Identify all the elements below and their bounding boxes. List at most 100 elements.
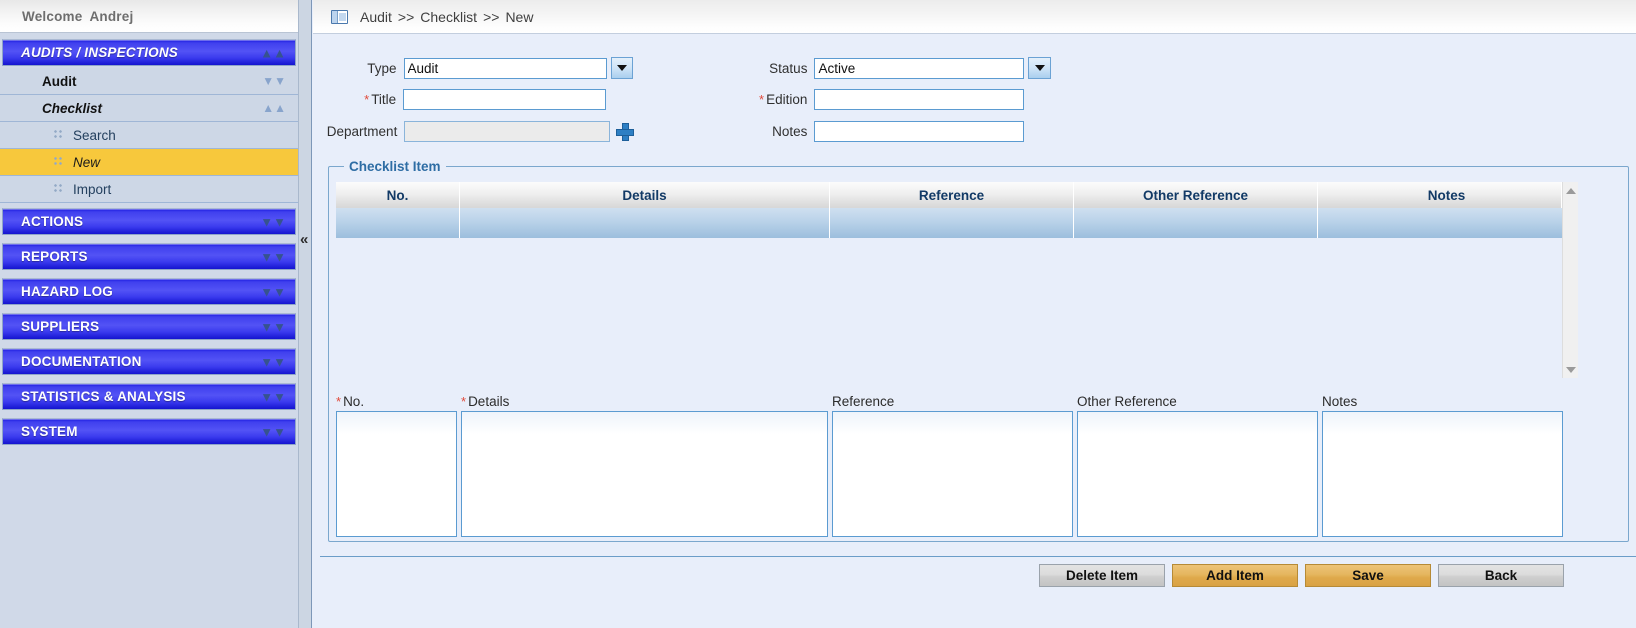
- chevron-down-icon: [1034, 65, 1045, 71]
- chevron-up-icon[interactable]: ▲▲: [260, 46, 286, 59]
- sidebar-item-audit[interactable]: Audit ▼▼: [0, 68, 298, 95]
- chevron-down-icon[interactable]: ▼▼: [260, 320, 286, 333]
- sidebar-group-label: STATISTICS & ANALYSIS: [21, 389, 186, 404]
- editor-label-notes: Notes: [1322, 393, 1358, 409]
- scroll-down-button[interactable]: [1563, 361, 1578, 378]
- sidebar-group-label: SUPPLIERS: [21, 319, 100, 334]
- chevron-down-icon: [617, 65, 628, 71]
- breadcrumb-item-new: New: [505, 8, 534, 25]
- breadcrumb-item-checklist[interactable]: Checklist: [420, 9, 477, 25]
- grid-cell: [460, 208, 830, 238]
- welcome-text: Welcome Andrej: [22, 9, 133, 24]
- status-input[interactable]: [814, 57, 1025, 79]
- panel-legend: Checklist Item: [344, 159, 446, 174]
- save-button[interactable]: Save: [1305, 564, 1431, 587]
- editor-field-other-reference: Other Reference: [1077, 391, 1318, 540]
- other-reference-textarea[interactable]: [1077, 411, 1318, 537]
- sidebar-group-documentation[interactable]: DOCUMENTATION ▼▼: [2, 348, 296, 375]
- chevron-down-icon[interactable]: ▼▼: [262, 75, 286, 87]
- chevron-down-icon[interactable]: ▼▼: [260, 425, 286, 438]
- sidebar-item-search[interactable]: Search: [0, 122, 298, 149]
- required-marker: *: [336, 393, 342, 409]
- status-dropdown-button[interactable]: [1028, 57, 1051, 79]
- editor-field-notes: Notes: [1322, 391, 1563, 540]
- chevron-down-icon[interactable]: ▼▼: [260, 390, 286, 403]
- details-textarea[interactable]: [461, 411, 828, 537]
- collapse-sidebar-icon[interactable]: «: [300, 232, 308, 247]
- scroll-up-button[interactable]: [1563, 182, 1578, 199]
- field-status: Status: [731, 57, 1051, 79]
- column-header-notes[interactable]: Notes: [1318, 182, 1576, 208]
- grid-vertical-scrollbar[interactable]: [1562, 182, 1578, 378]
- welcome-bar: Welcome Andrej: [0, 0, 298, 33]
- field-type-label: Type: [367, 60, 397, 76]
- sidebar-group-statistics-analysis[interactable]: STATISTICS & ANALYSIS ▼▼: [2, 383, 296, 410]
- breadcrumb: Audit >> Checklist >> New: [313, 0, 1636, 34]
- welcome-greeting: Welcome: [22, 8, 83, 24]
- chevron-down-icon[interactable]: ▼▼: [260, 355, 286, 368]
- type-input[interactable]: [403, 57, 608, 79]
- sidebar-group-label: DOCUMENTATION: [21, 354, 142, 369]
- required-marker: *: [461, 393, 467, 409]
- editor-field-details: * Details: [461, 391, 828, 540]
- sidebar-group-label: SYSTEM: [21, 424, 78, 439]
- grid-cell: [336, 208, 460, 238]
- chevron-down-icon[interactable]: ▼▼: [260, 215, 286, 228]
- sidebar-group-actions[interactable]: ACTIONS ▼▼: [2, 208, 296, 235]
- sidebar-item-label: Search: [73, 127, 116, 143]
- application-window: Welcome Andrej AUDITS / INSPECTIONS ▲▲ Au…: [0, 0, 1636, 628]
- breadcrumb-separator: >>: [483, 8, 500, 25]
- grid-header-row: No. Details Reference Other Reference No…: [336, 182, 1576, 208]
- sidebar-item-label: Audit: [42, 73, 77, 89]
- checklist-item-panel: Checklist Item No. Details Reference Oth…: [320, 96, 1629, 551]
- delete-item-button[interactable]: Delete Item: [1039, 564, 1165, 587]
- checklist-item-grid: No. Details Reference Other Reference No…: [336, 182, 1576, 301]
- sidebar-item-label: Checklist: [42, 100, 103, 116]
- back-button[interactable]: Back: [1438, 564, 1564, 587]
- column-header-no[interactable]: No.: [336, 182, 460, 208]
- triangle-up-icon: [1565, 187, 1576, 194]
- sidebar-group-label: HAZARD LOG: [21, 284, 113, 299]
- sidebar-splitter[interactable]: «: [298, 0, 312, 628]
- breadcrumb-item-audit[interactable]: Audit: [360, 9, 392, 25]
- sidebar-group-audits-inspections[interactable]: AUDITS / INSPECTIONS ▲▲: [2, 39, 296, 66]
- sidebar-item-import[interactable]: Import: [0, 176, 298, 203]
- reference-textarea[interactable]: [832, 411, 1073, 537]
- notes-textarea[interactable]: [1322, 411, 1563, 537]
- chevron-up-icon[interactable]: ▲▲: [262, 102, 286, 114]
- chevron-down-icon[interactable]: ▼▼: [260, 250, 286, 263]
- welcome-username: Andrej: [89, 8, 134, 24]
- add-item-button[interactable]: Add Item: [1172, 564, 1298, 587]
- no-textarea[interactable]: [336, 411, 457, 537]
- sidebar-group-label: AUDITS / INSPECTIONS: [21, 45, 179, 60]
- sidebar-item-label: New: [73, 154, 101, 170]
- window-list-icon: [331, 9, 348, 24]
- sidebar-item-new[interactable]: New: [0, 149, 298, 176]
- field-type: Type: [313, 57, 633, 79]
- drag-handle-icon: [54, 130, 64, 140]
- drag-handle-icon: [54, 157, 64, 167]
- sidebar-item-checklist[interactable]: Checklist ▲▲: [0, 95, 298, 122]
- left-sidebar: Welcome Andrej AUDITS / INSPECTIONS ▲▲ Au…: [0, 0, 298, 628]
- column-header-details[interactable]: Details: [460, 182, 830, 208]
- sidebar-group-system[interactable]: SYSTEM ▼▼: [2, 418, 296, 445]
- sidebar-group-suppliers[interactable]: SUPPLIERS ▼▼: [2, 313, 296, 340]
- editor-label-details-text: Details: [468, 393, 510, 409]
- sidebar-group-reports[interactable]: REPORTS ▼▼: [2, 243, 296, 270]
- editor-label-details: * Details: [461, 391, 828, 411]
- editor-label-reference: Reference: [832, 393, 895, 409]
- drag-handle-icon: [54, 184, 64, 194]
- column-header-other-reference[interactable]: Other Reference: [1074, 182, 1318, 208]
- main-content: Audit>>Checklist>>New Type *Title Depart…: [313, 0, 1636, 628]
- editor-label-other-reference: Other Reference: [1077, 393, 1177, 409]
- sidebar-group-hazard-log[interactable]: HAZARD LOG ▼▼: [2, 278, 296, 305]
- breadcrumb-separator: >>: [397, 8, 415, 25]
- sidebar-group-label: ACTIONS: [21, 214, 84, 229]
- sidebar-item-label: Import: [73, 181, 112, 197]
- column-header-reference[interactable]: Reference: [830, 182, 1074, 208]
- type-dropdown-button[interactable]: [611, 57, 633, 79]
- grid-cell: [830, 208, 1074, 238]
- editor-field-no: * No.: [336, 391, 457, 540]
- chevron-down-icon[interactable]: ▼▼: [260, 285, 286, 298]
- sidebar-group-label: REPORTS: [21, 249, 88, 264]
